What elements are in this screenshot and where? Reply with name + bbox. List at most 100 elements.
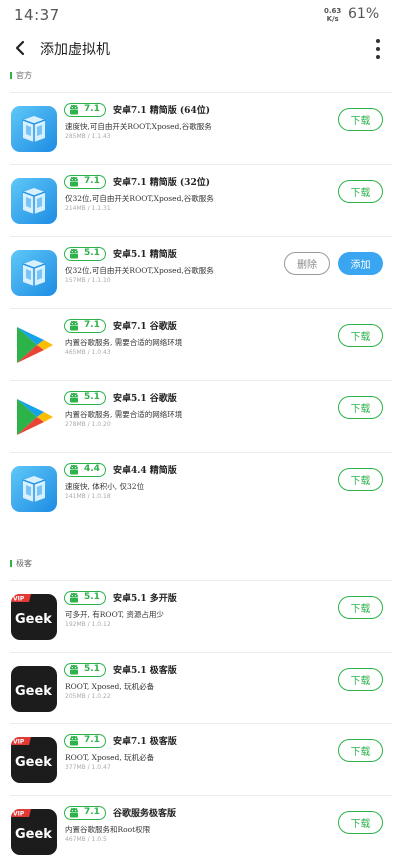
geek-icon: VIP Geek [11, 737, 57, 783]
item-title: 安卓5.1 极客版 [113, 665, 177, 676]
android-icon [70, 176, 78, 187]
app-bar: 添加虚拟机 [0, 30, 405, 68]
item-title: 安卓7.1 谷歌版 [113, 322, 177, 332]
item-size-version: 141MB / 1.0.18 [65, 493, 111, 500]
delete-button[interactable]: 删除 [284, 252, 330, 275]
more-dot-icon [376, 55, 380, 59]
item-description: 内置谷歌服务, 需要合适的网络环境 [65, 338, 183, 347]
divider [10, 236, 392, 237]
version-badge: 7.1 [64, 103, 106, 117]
section-header-official: 官方 [10, 70, 32, 81]
item-size-version: 377MB / 1.0.47 [65, 764, 111, 771]
svg-text:Geek: Geek [15, 755, 52, 770]
item-title: 谷歌服务极客版 [113, 808, 177, 819]
version-label: 5.1 [84, 392, 100, 402]
version-label: 5.1 [84, 592, 100, 602]
download-button[interactable]: 下载 [338, 396, 383, 419]
download-button[interactable]: 下载 [338, 596, 383, 619]
back-button[interactable] [8, 36, 32, 60]
list-item[interactable]: 5.1 安卓5.1 精简版 仅32位,可自由开关ROOT,Xposed,谷歌服务 15… [0, 236, 405, 308]
divider [10, 380, 392, 381]
item-description: 可多开, 有ROOT, 资源占用少 [65, 610, 164, 619]
add-button[interactable]: 添加 [338, 252, 383, 275]
list-item[interactable]: 7.1 安卓7.1 精简版 (32位) 仅32位,可自由开关ROOT,Xposed,… [0, 164, 405, 236]
list-item[interactable]: 5.1 安卓5.1 谷歌版 内置谷歌服务, 需要合适的网络环境 278MB / 1.0… [0, 380, 405, 452]
android-icon [70, 807, 78, 817]
chevron-left-icon [15, 40, 25, 56]
list-item[interactable]: VIP Geek 5.1 安卓5.1 多开版 可多开, 有ROOT, 资源占用少 192M… [0, 580, 405, 652]
svg-text:Geek: Geek [15, 612, 52, 627]
list-item[interactable]: 7.1 安卓7.1 精简版 (64位) 速度快,可自由开关ROOT,Xposed,谷… [0, 92, 405, 164]
version-badge: 7.1 [64, 805, 106, 820]
svg-text:VIP: VIP [13, 739, 25, 746]
item-description: 仅32位,可自由开关ROOT,Xposed,谷歌服务 [65, 194, 214, 203]
list-item[interactable]: Geek 5.1 安卓5.1 极客版 ROOT, Xposed, 玩机必备 205MB … [0, 651, 405, 724]
more-options-button[interactable] [368, 34, 388, 64]
version-badge: 7.1 [64, 319, 106, 333]
list-item[interactable]: VIP Geek 7.1 安卓7.1 极客版 ROOT, Xposed, 玩机必备 377… [0, 723, 405, 795]
download-button[interactable]: 下载 [338, 108, 383, 131]
list-item[interactable]: 4.4 安卓4.4 精简版 速度快, 体积小, 仅32位 141MB / 1.0.18… [0, 452, 405, 524]
item-description: ROOT, Xposed, 玩机必备 [65, 753, 155, 762]
item-title: 安卓7.1 精简版 (32位) [113, 178, 210, 188]
item-size-version: 465MB / 1.0.43 [65, 349, 111, 356]
status-time: 14:37 [14, 6, 60, 24]
version-label: 5.1 [84, 663, 100, 674]
download-button[interactable]: 下载 [338, 739, 383, 762]
item-description: ROOT, Xposed, 玩机必备 [65, 681, 155, 691]
version-badge: 5.1 [64, 591, 106, 605]
android-icon [70, 592, 78, 603]
section-header-geek: 极客 [10, 558, 32, 569]
android-icon [70, 248, 78, 259]
version-label: 7.1 [84, 806, 100, 817]
section-marker [10, 560, 12, 567]
section-label: 官方 [16, 71, 32, 80]
download-button[interactable]: 下载 [338, 324, 383, 347]
geek-icon: VIP Geek [11, 808, 57, 855]
geek-icon: Geek [11, 665, 57, 712]
more-dot-icon [376, 39, 380, 43]
version-label: 7.1 [84, 735, 100, 745]
item-size-version: 205MB / 1.0.22 [65, 692, 111, 700]
version-label: 7.1 [84, 320, 100, 330]
version-badge: 7.1 [64, 175, 106, 189]
download-button[interactable]: 下载 [338, 468, 383, 491]
list-item[interactable]: VIP Geek 7.1 谷歌服务极客版内置谷歌服务和Root权限 467MB / 1.… [0, 794, 405, 867]
version-badge: 4.4 [64, 463, 106, 477]
battery-level: 61% [348, 6, 380, 22]
item-description: 速度快,可自由开关ROOT,Xposed,谷歌服务 [65, 122, 212, 131]
geek-icon: VIP Geek [11, 594, 57, 640]
divider [10, 651, 392, 653]
vm-cube-icon [11, 178, 57, 224]
status-bar: 14:37 0.63 K/s 61% [0, 0, 405, 30]
item-description: 仅32位,可自由开关ROOT,Xposed,谷歌服务 [65, 266, 214, 275]
item-title: 安卓7.1 极客版 [113, 737, 177, 747]
more-dot-icon [376, 47, 380, 51]
divider [10, 92, 392, 93]
android-icon [70, 320, 78, 331]
play-store-icon [11, 322, 57, 368]
version-badge: 5.1 [64, 247, 106, 261]
download-button[interactable]: 下载 [338, 667, 383, 691]
item-size-version: 278MB / 1.0.20 [65, 421, 111, 428]
list-item[interactable]: 7.1 安卓7.1 谷歌版内置谷歌服务, 需要合适的网络环境 465MB / 1.0… [0, 308, 405, 380]
item-description: 内置谷歌服务和Root权限 [65, 824, 151, 834]
version-badge: 7.1 [64, 734, 106, 748]
svg-text:Geek: Geek [15, 684, 52, 699]
item-title: 安卓5.1 谷歌版 [113, 394, 177, 404]
svg-text:VIP: VIP [13, 810, 25, 817]
item-description: 速度快, 体积小, 仅32位 [65, 482, 145, 491]
download-button[interactable]: 下载 [338, 180, 383, 203]
divider [10, 452, 392, 453]
svg-text:VIP: VIP [13, 596, 25, 603]
item-size-version: 467MB / 1.0.5 [65, 835, 107, 843]
item-size-version: 285MB / 1.1.43 [65, 133, 111, 140]
vm-cube-icon [11, 466, 57, 512]
divider [10, 723, 392, 724]
version-badge: 5.1 [64, 391, 106, 405]
page-title: 添加虚拟机 [40, 42, 110, 58]
divider [10, 164, 392, 165]
play-store-icon [11, 394, 57, 440]
android-icon [70, 735, 78, 746]
download-button[interactable]: 下载 [338, 810, 383, 834]
